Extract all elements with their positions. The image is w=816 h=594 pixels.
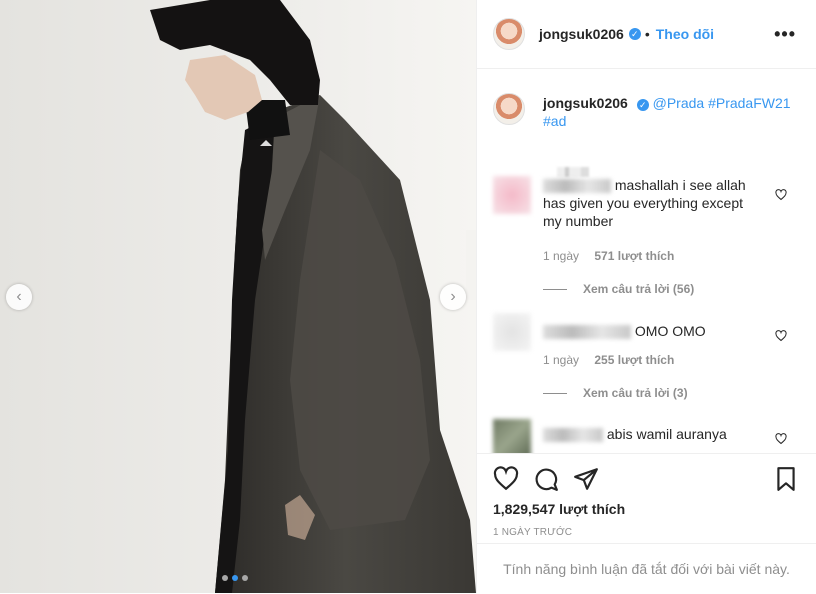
caption-text: jongsuk0206 ✓ @Prada #PradaFW21 #ad xyxy=(543,94,793,130)
chevron-left-icon: ‹ xyxy=(16,288,22,305)
comments-disabled-notice: Tính năng bình luận đã tắt đối với bài v… xyxy=(477,543,816,594)
comment-username-redacted xyxy=(543,179,611,194)
view-replies-label: Xem câu trả lời (56) xyxy=(583,282,695,296)
next-slide-button[interactable]: › xyxy=(440,284,466,310)
post-header: jongsuk0206 ✓ • Theo dõi ••• xyxy=(477,0,816,69)
heart-icon[interactable] xyxy=(775,433,787,445)
verified-badge-icon: ✓ xyxy=(628,28,641,40)
post-timestamp[interactable]: 1 NGÀY TRƯỚC xyxy=(493,527,572,538)
likes-count[interactable]: 1,829,547 lượt thích xyxy=(493,501,625,517)
bookmark-icon[interactable] xyxy=(773,466,799,492)
comment-meta: 1 ngày 571 lượt thích xyxy=(543,249,674,263)
post-actions: 1,829,547 lượt thích 1 NGÀY TRƯỚC xyxy=(477,453,816,544)
comment-time[interactable]: 1 ngày xyxy=(543,353,579,367)
comment-text: abis wamil auranya xyxy=(606,426,727,442)
mention-link[interactable]: @Prada xyxy=(653,95,705,111)
avatar[interactable] xyxy=(493,18,525,50)
comment-text: OMO OMO xyxy=(634,323,706,339)
comment-username-redacted xyxy=(543,428,603,443)
comment-likes[interactable]: 255 lượt thích xyxy=(594,353,674,367)
carousel-dot xyxy=(242,575,248,581)
carousel-dot xyxy=(222,575,228,581)
replies-divider xyxy=(543,392,567,394)
comment-bubble-icon[interactable] xyxy=(533,466,559,492)
post-photo: ‹ › xyxy=(0,0,476,593)
photo-illustration xyxy=(0,0,476,593)
header-separator: • xyxy=(644,26,650,42)
caption-username[interactable]: jongsuk0206 xyxy=(543,95,628,111)
comment-time[interactable]: 1 ngày xyxy=(543,249,579,263)
caption-avatar[interactable] xyxy=(493,93,525,125)
previous-slide-button[interactable]: ‹ xyxy=(6,284,32,310)
heart-icon[interactable] xyxy=(775,189,787,201)
comment-meta: 1 ngày 255 lượt thích xyxy=(543,353,674,367)
more-options-icon[interactable]: ••• xyxy=(774,24,796,45)
view-replies-label: Xem câu trả lời (3) xyxy=(583,386,688,400)
hashtag-link[interactable]: #ad xyxy=(543,113,566,129)
follow-button[interactable]: Theo dõi xyxy=(656,26,714,42)
comment-body: abis wamil auranya xyxy=(543,425,763,443)
share-paper-plane-icon[interactable] xyxy=(573,466,599,492)
post-username[interactable]: jongsuk0206 xyxy=(539,26,624,42)
comment-username-redacted xyxy=(543,325,631,340)
replies-divider xyxy=(543,288,567,290)
view-replies-button[interactable]: Xem câu trả lời (56) xyxy=(543,282,694,296)
view-replies-button[interactable]: Xem câu trả lời (3) xyxy=(543,386,688,400)
hashtag-link[interactable]: #PradaFW21 xyxy=(708,95,790,111)
heart-icon[interactable] xyxy=(775,330,787,342)
post-panel: jongsuk0206 ✓ • Theo dõi ••• jongsuk0206… xyxy=(476,0,816,593)
carousel-dot-active xyxy=(232,575,238,581)
chevron-right-icon: › xyxy=(450,288,456,305)
comment-avatar[interactable] xyxy=(493,176,531,214)
verified-badge-icon: ✓ xyxy=(636,99,649,111)
comment-body: mashallah i see allah has given you ever… xyxy=(543,176,763,230)
comment-avatar[interactable] xyxy=(493,313,531,351)
comment-body: OMO OMO xyxy=(543,322,763,340)
comments-list[interactable]: jongsuk0206 ✓ @Prada #PradaFW21 #ad mash… xyxy=(477,69,816,453)
like-heart-icon[interactable] xyxy=(493,466,519,492)
carousel-indicator xyxy=(222,575,248,581)
comment-avatar[interactable] xyxy=(493,419,531,453)
comment-likes[interactable]: 571 lượt thích xyxy=(594,249,674,263)
